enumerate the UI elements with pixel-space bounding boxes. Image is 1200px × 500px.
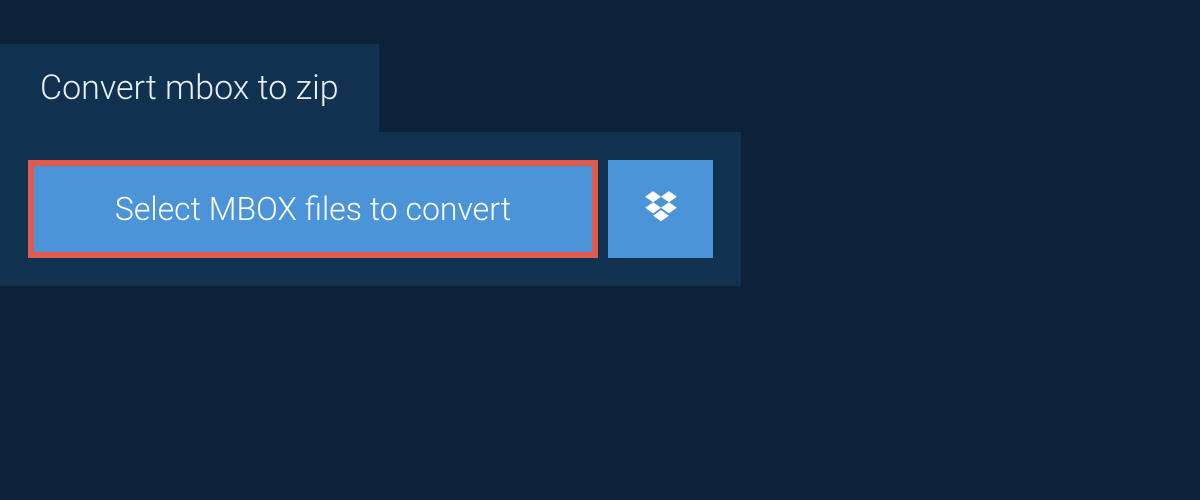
tab-label: Convert mbox to zip: [40, 68, 339, 108]
tab-convert[interactable]: Convert mbox to zip: [0, 44, 379, 132]
select-files-button[interactable]: Select MBOX files to convert: [28, 160, 598, 258]
select-files-label: Select MBOX files to convert: [115, 190, 511, 228]
upload-panel: Select MBOX files to convert: [0, 132, 741, 286]
dropbox-button[interactable]: [608, 160, 713, 258]
dropbox-icon: [642, 188, 680, 230]
